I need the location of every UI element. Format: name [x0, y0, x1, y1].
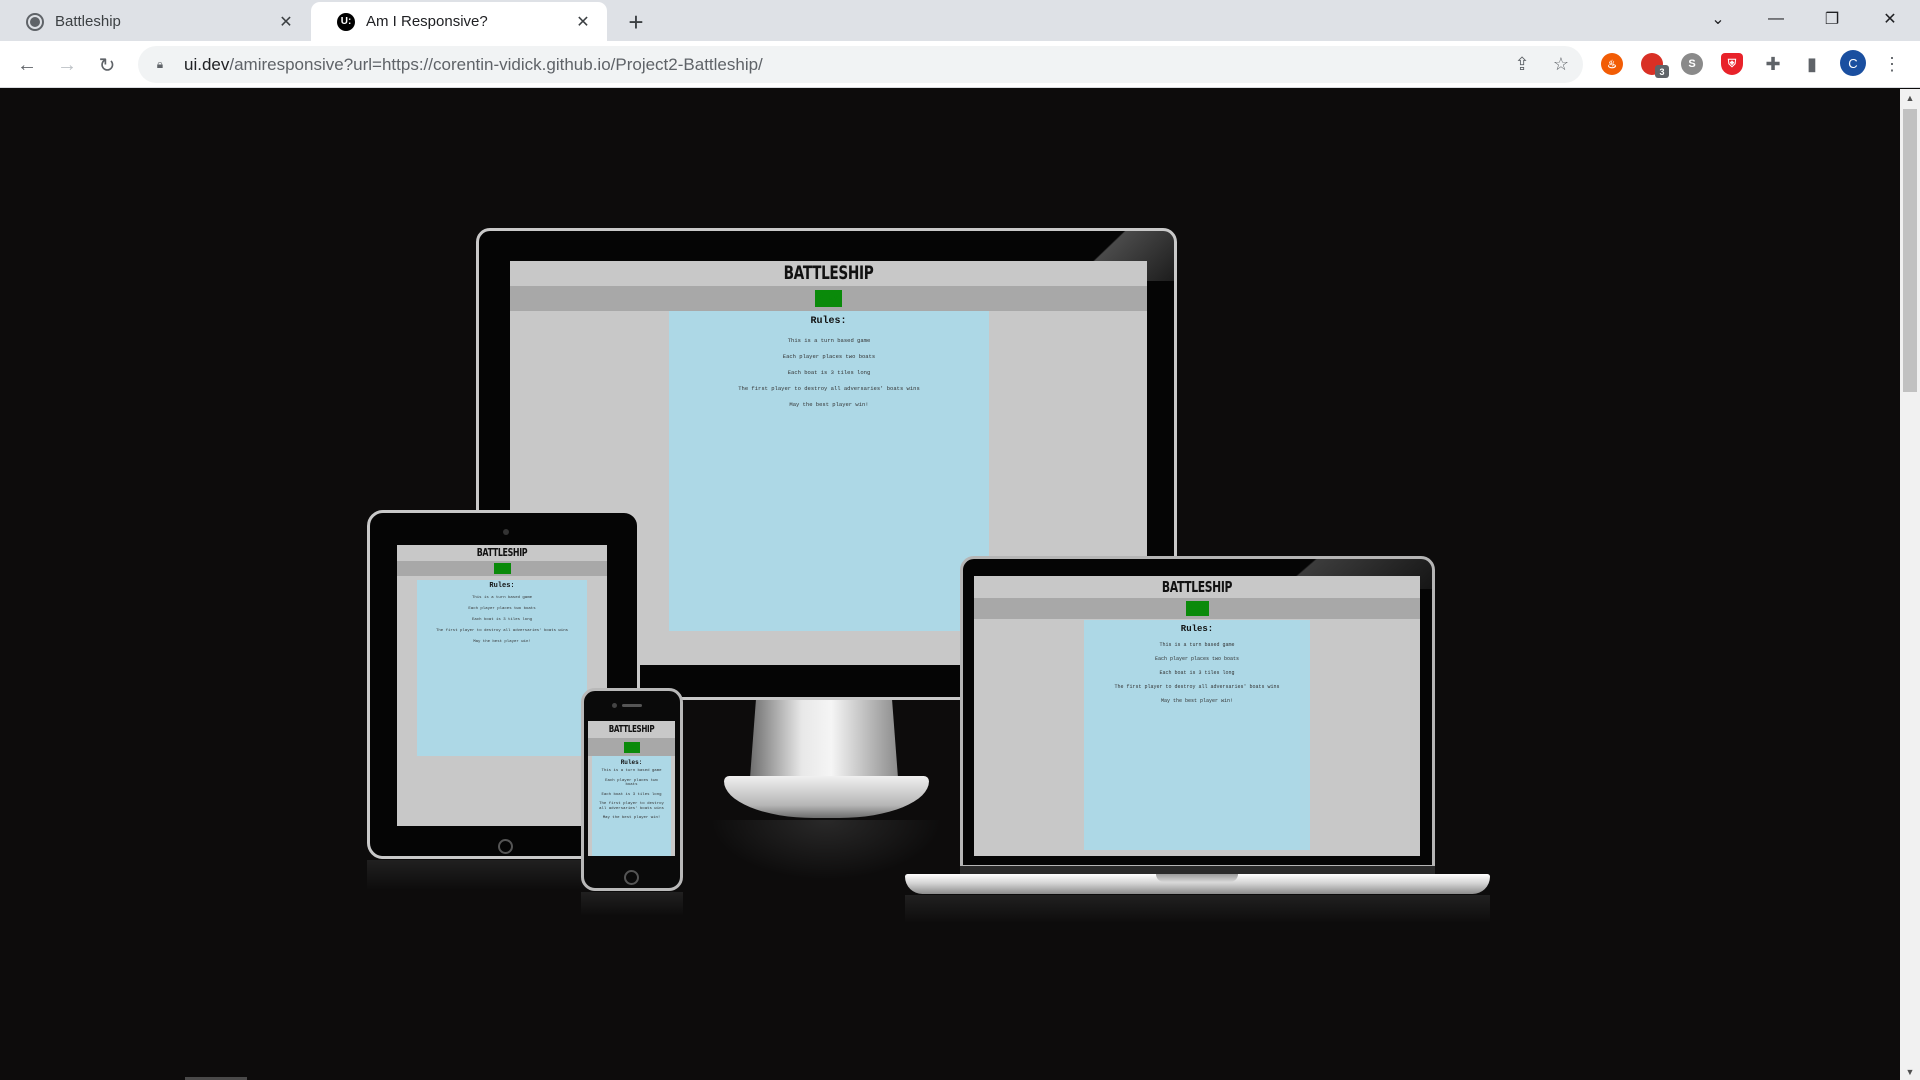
phone-camera — [612, 703, 617, 708]
rules-title: Rules: — [1180, 624, 1214, 634]
fire-extension-icon[interactable]: ♨ — [1601, 53, 1623, 75]
globe-icon — [26, 12, 44, 31]
rule-item: The first player to destroy all adversar… — [738, 385, 920, 392]
lock-icon[interactable]: 🔒︎ — [152, 57, 168, 73]
rule-item: Each boat is 3 tiles long — [471, 618, 532, 622]
laptop-screen[interactable]: BATTLESHIP Play Rules: This is a turn ba… — [974, 576, 1420, 856]
play-button[interactable]: Play — [493, 563, 511, 574]
nav-bar: Play — [588, 738, 675, 756]
monitor-stand-reflection — [710, 820, 942, 880]
tab-strip: Battleship ✕ U: Am I Responsive? ✕ + ⌄ —… — [0, 0, 1920, 41]
play-button[interactable]: Play — [623, 741, 640, 753]
laptop-opening-notch — [1156, 874, 1238, 882]
vertical-scrollbar[interactable]: ▲ ▼ — [1900, 89, 1920, 1080]
forward-arrow-icon[interactable]: → — [51, 49, 83, 81]
tab-title: Battleship — [55, 13, 121, 30]
site-title: BATTLESHIP — [476, 546, 528, 559]
share-icon[interactable]: ⇪ — [1508, 50, 1536, 78]
rules-box: This is a turn based game Each player pl… — [1084, 620, 1310, 850]
nav-bar: Play — [510, 286, 1147, 311]
rule-item: This is a turn based game — [1159, 642, 1235, 648]
tablet-home-button — [498, 839, 513, 854]
tab-title: Am I Responsive? — [366, 13, 488, 30]
play-button[interactable]: Play — [815, 290, 842, 307]
rule-item: Each boat is 3 tiles long — [787, 369, 871, 376]
rules-box: This is a turn based game Each player pl… — [417, 580, 587, 756]
rule-item: Each player places two boats — [782, 353, 876, 360]
nav-bar: Play — [974, 598, 1420, 619]
rules-title: Rules: — [810, 316, 847, 327]
rule-item: This is a turn based game — [601, 769, 662, 773]
phone-screen[interactable]: BATTLESHIP Play Rules: This is a turn ba… — [588, 721, 675, 856]
rule-item: May the best player win! — [789, 401, 869, 408]
rule-item: May the best player win! — [602, 816, 661, 820]
rule-item: Each boat is 3 tiles long — [601, 792, 662, 797]
site-title: BATTLESHIP — [608, 724, 655, 735]
tablet-camera — [503, 529, 509, 535]
monitor-stand-neck — [750, 700, 898, 778]
tab-search-chevron-icon[interactable]: ⌄ — [1690, 0, 1746, 38]
rules-box: This is a turn based game Each player pl… — [592, 756, 671, 856]
rule-item: Each player places two boats — [1154, 656, 1239, 662]
rule-item: May the best player win! — [473, 640, 531, 644]
avatar[interactable]: C — [1840, 50, 1866, 76]
shield-extension-icon[interactable]: ⛨ — [1721, 53, 1743, 75]
close-icon[interactable]: ✕ — [274, 10, 298, 34]
new-tab-button[interactable]: + — [622, 7, 650, 37]
tab-am-i-responsive[interactable]: U: Am I Responsive? ✕ — [311, 2, 607, 41]
close-icon[interactable]: ✕ — [571, 10, 595, 34]
rule-item: The first player to destroy all adversar… — [599, 802, 664, 811]
laptop-reflection — [905, 895, 1490, 923]
bookmark-star-icon[interactable]: ☆ — [1547, 50, 1575, 78]
restore-window-button[interactable]: ❐ — [1804, 0, 1860, 38]
rule-item: This is a turn based game — [471, 596, 532, 600]
rule-item: Each boat is 3 tiles long — [1159, 670, 1235, 676]
rules-title: Rules: — [620, 759, 643, 766]
address-bar[interactable]: 🔒︎ ui.dev/amiresponsive?url=https://core… — [138, 46, 1583, 83]
ui-dev-logo-icon: U: — [337, 12, 355, 31]
reload-icon[interactable]: ↻ — [91, 49, 123, 81]
rules-title: Rules: — [489, 582, 515, 590]
rule-item: This is a turn based game — [787, 337, 871, 344]
kebab-menu-icon[interactable]: ⋮ — [1878, 50, 1906, 78]
close-window-button[interactable]: ✕ — [1862, 0, 1918, 38]
skype-extension-icon[interactable]: S — [1681, 53, 1703, 75]
nav-bar: Play — [397, 561, 607, 576]
scroll-up-arrow-icon[interactable]: ▲ — [1900, 89, 1920, 106]
phone-home-button — [624, 870, 639, 885]
side-panel-icon[interactable]: ▮ — [1798, 50, 1826, 78]
rule-item: The first player to destroy all adversar… — [435, 629, 569, 633]
minimize-window-button[interactable]: — — [1748, 0, 1804, 38]
site-title: BATTLESHIP — [783, 262, 874, 284]
play-button[interactable]: Play — [1185, 601, 1209, 616]
rule-item: Each player places two boats — [468, 607, 536, 611]
scroll-down-arrow-icon[interactable]: ▼ — [1900, 1063, 1920, 1080]
extension-badge: 3 — [1655, 65, 1669, 78]
site-title: BATTLESHIP — [1161, 578, 1233, 596]
rule-item: Each player places two boats — [605, 778, 658, 788]
tablet-screen[interactable]: BATTLESHIP Play Rules: This is a turn ba… — [397, 545, 607, 826]
back-arrow-icon[interactable]: ← — [11, 49, 43, 81]
browser-toolbar: ← → ↻ 🔒︎ ui.dev/amiresponsive?url=https:… — [0, 41, 1920, 88]
tab-battleship[interactable]: Battleship ✕ — [0, 2, 310, 41]
scroll-thumb[interactable] — [1903, 109, 1917, 392]
phone-speaker — [622, 704, 642, 707]
rule-item: May the best player win! — [1160, 698, 1233, 704]
url-text: ui.dev/amiresponsive?url=https://corenti… — [184, 54, 763, 74]
red-extension-icon[interactable]: 3 — [1641, 53, 1669, 78]
phone-reflection — [581, 892, 683, 916]
puzzle-extensions-icon[interactable]: ✚ — [1759, 50, 1787, 78]
rules-box: This is a turn based game Each player pl… — [669, 311, 989, 631]
rule-item: The first player to destroy all adversar… — [1114, 684, 1280, 690]
